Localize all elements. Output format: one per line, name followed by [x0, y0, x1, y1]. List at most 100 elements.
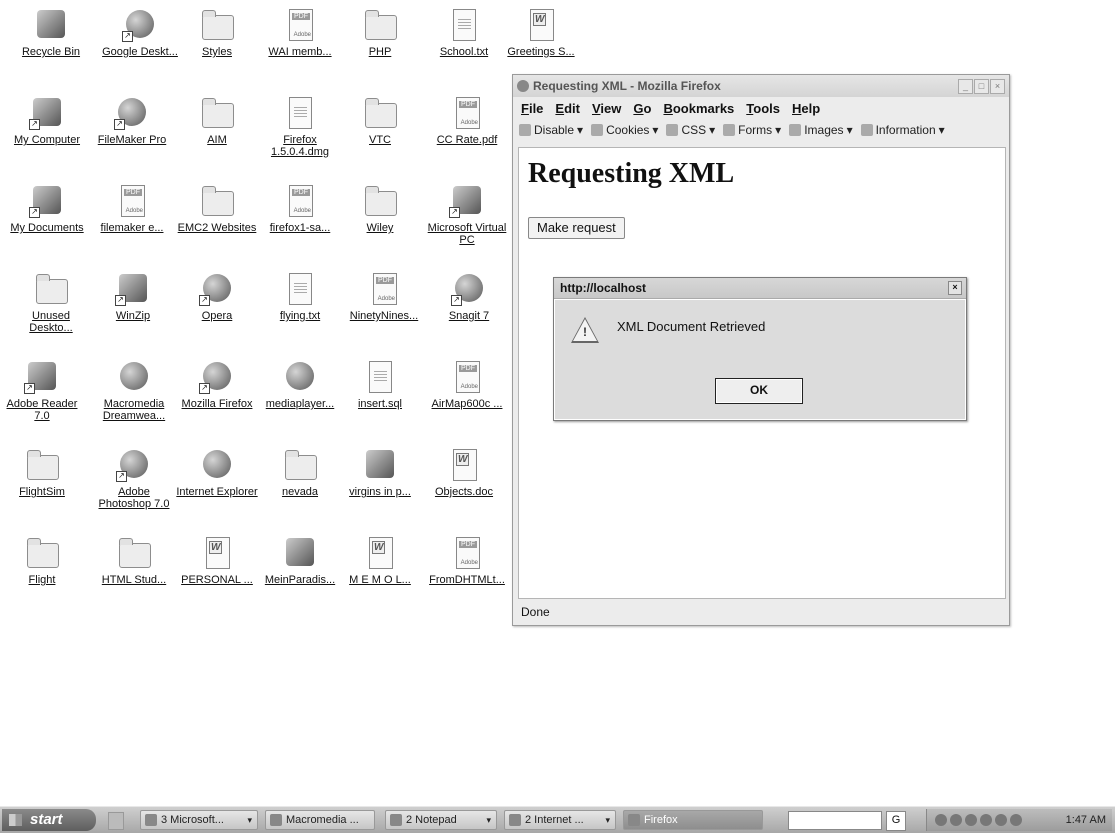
emc2-folder-icon[interactable]: EMC2 Websites — [175, 184, 259, 234]
google-desktop-icon[interactable]: ↗ Google Deskt... — [98, 8, 182, 58]
menu-tools[interactable]: Tools — [746, 101, 780, 116]
pdf-file-icon[interactable]: PDF Adobe CC Rate.pdf — [425, 96, 509, 146]
nevada-folder-icon[interactable]: nevada — [258, 448, 342, 498]
icon-label: AIM — [207, 134, 227, 146]
maximize-button[interactable]: □ — [974, 78, 989, 94]
recycle-bin-icon[interactable]: Recycle Bin — [9, 8, 93, 58]
winzip-icon[interactable]: ↗ WinZip — [91, 272, 175, 322]
tray-icon[interactable] — [980, 814, 992, 826]
text-file-icon[interactable]: flying.txt — [258, 272, 342, 322]
internet-explorer-icon[interactable]: Internet Explorer — [175, 448, 259, 498]
text-file-icon[interactable]: School.txt — [422, 8, 506, 58]
my-documents-icon[interactable]: ↗ My Documents — [5, 184, 89, 234]
mediaplayer-icon[interactable]: mediaplayer... — [258, 360, 342, 410]
flightsim-folder-icon[interactable]: FlightSim — [0, 448, 84, 498]
word-doc-icon[interactable]: W PERSONAL ... — [175, 536, 259, 586]
menu-file[interactable]: File — [521, 101, 543, 116]
movie-file-icon[interactable]: MeinParadis... — [258, 536, 342, 586]
pdf-file-icon[interactable]: PDF Adobe WAI memb... — [258, 8, 342, 58]
icon-label: PHP — [368, 46, 392, 58]
tray-icon[interactable] — [935, 814, 947, 826]
aim-folder-icon[interactable]: AIM — [175, 96, 259, 146]
quick-launch-icon[interactable] — [108, 812, 124, 830]
wiley-folder-icon[interactable]: Wiley — [338, 184, 422, 234]
icon-label: FlightSim — [19, 486, 65, 498]
icon-label: EMC2 Websites — [177, 222, 257, 234]
photoshop-icon[interactable]: ↗ Adobe Photoshop 7.0 — [92, 448, 176, 510]
taskbar-button-word[interactable]: 3 Microsoft... ▾ — [140, 810, 258, 830]
minimize-button[interactable]: _ — [958, 78, 973, 94]
volume-icon[interactable] — [1010, 814, 1022, 826]
dialog-titlebar[interactable]: http://localhost × — [554, 278, 966, 299]
menu-go[interactable]: Go — [633, 101, 651, 116]
icon-label: Macromedia Dreamwea... — [102, 398, 166, 422]
pdf-file-icon[interactable]: PDF Adobe NinetyNines... — [342, 272, 426, 322]
window-titlebar[interactable]: Requesting XML - Mozilla Firefox _ □ × — [513, 75, 1009, 97]
tray-icon[interactable] — [995, 814, 1007, 826]
ok-button[interactable]: OK — [715, 378, 803, 404]
icon-label: filemaker e... — [100, 222, 164, 234]
toolbar-disable[interactable]: Disable ▾ — [519, 123, 583, 137]
macromedia-icon — [270, 814, 282, 826]
icon-label: PERSONAL ... — [181, 574, 253, 586]
start-button[interactable]: start — [2, 809, 96, 831]
virtual-pc-icon[interactable]: ↗ Microsoft Virtual PC — [425, 184, 509, 246]
word-doc-icon[interactable]: W Greetings S... — [499, 8, 583, 58]
dmg-file-icon[interactable]: Firefox 1.5.0.4.dmg — [258, 96, 342, 158]
pdf-file-icon[interactable]: PDF Adobe FromDHTMLt... — [425, 536, 509, 586]
html-studio-folder-icon[interactable]: HTML Stud... — [92, 536, 176, 586]
pdf-file-icon[interactable]: PDF Adobe firefox1-sa... — [258, 184, 342, 234]
snagit-icon[interactable]: ↗ Snagit 7 — [427, 272, 511, 322]
icon-label: Recycle Bin — [21, 46, 81, 58]
word-tag: W — [209, 541, 223, 554]
word-doc-icon[interactable]: W M E M O L... — [338, 536, 422, 586]
tray-icon[interactable] — [965, 814, 977, 826]
toolbar-css[interactable]: CSS ▾ — [666, 123, 715, 137]
menu-help[interactable]: Help — [792, 101, 820, 116]
taskbar-button-notepad[interactable]: 2 Notepad ▾ — [385, 810, 497, 830]
styles-folder-icon[interactable]: Styles — [175, 8, 259, 58]
toolbar-information[interactable]: Information ▾ — [860, 123, 945, 137]
icon-label: FromDHTMLt... — [429, 574, 505, 586]
menu-bar: File Edit View Go Bookmarks Tools Help — [513, 97, 1009, 119]
forms-icon — [723, 124, 736, 136]
close-button[interactable]: × — [990, 78, 1005, 94]
unused-desktop-folder-icon[interactable]: Unused Deskto... — [9, 272, 93, 334]
opera-icon[interactable]: ↗ Opera — [175, 272, 259, 322]
clock[interactable]: 1:47 AM — [1066, 814, 1106, 826]
php-folder-icon[interactable]: PHP — [338, 8, 422, 58]
mozilla-firefox-icon[interactable]: ↗ Mozilla Firefox — [175, 360, 259, 410]
toolbar-forms[interactable]: Forms ▾ — [723, 123, 781, 137]
menu-edit[interactable]: Edit — [555, 101, 580, 116]
icon-label: VTC — [369, 134, 391, 146]
taskbar-label: Macromedia ... — [286, 814, 359, 826]
icon-label: nevada — [281, 486, 319, 498]
menu-bookmarks[interactable]: Bookmarks — [663, 101, 734, 116]
taskbar-button-macromedia[interactable]: Macromedia ... — [265, 810, 375, 830]
toolbar-cookies[interactable]: Cookies ▾ — [591, 123, 658, 137]
toolbar-label: Forms — [738, 123, 773, 137]
tray-icon[interactable] — [950, 814, 962, 826]
filemaker-pro-icon[interactable]: ↗ FileMaker Pro — [90, 96, 174, 146]
file-icon[interactable]: virgins in p... — [338, 448, 422, 498]
make-request-button[interactable]: Make request — [528, 217, 625, 239]
information-icon — [860, 124, 873, 136]
word-doc-icon[interactable]: W Objects.doc — [422, 448, 506, 498]
adobe-reader-icon[interactable]: ↗ Adobe Reader 7.0 — [0, 360, 84, 422]
desktop-search-input[interactable] — [788, 811, 882, 830]
menu-view[interactable]: View — [592, 101, 621, 116]
toolbar-images[interactable]: Images ▾ — [789, 123, 853, 137]
sql-file-icon[interactable]: insert.sql — [338, 360, 422, 410]
taskbar-button-firefox[interactable]: Firefox — [623, 810, 763, 830]
my-computer-icon[interactable]: ↗ My Computer — [5, 96, 89, 146]
pdf-file-icon[interactable]: PDF Adobe filemaker e... — [90, 184, 174, 234]
dialog-close-button[interactable]: × — [948, 281, 962, 295]
google-search-button[interactable]: G — [886, 811, 906, 831]
vtc-folder-icon[interactable]: VTC — [338, 96, 422, 146]
pdf-file-icon[interactable]: PDF Adobe AirMap600c ... — [425, 360, 509, 410]
pdf-tag: PDF — [459, 365, 477, 372]
dreamweaver-icon[interactable]: Macromedia Dreamwea... — [92, 360, 176, 422]
icon-label: AirMap600c ... — [431, 398, 503, 410]
flight-folder-icon[interactable]: Flight — [0, 536, 84, 586]
taskbar-button-internet-explorer[interactable]: 2 Internet ... ▾ — [504, 810, 616, 830]
